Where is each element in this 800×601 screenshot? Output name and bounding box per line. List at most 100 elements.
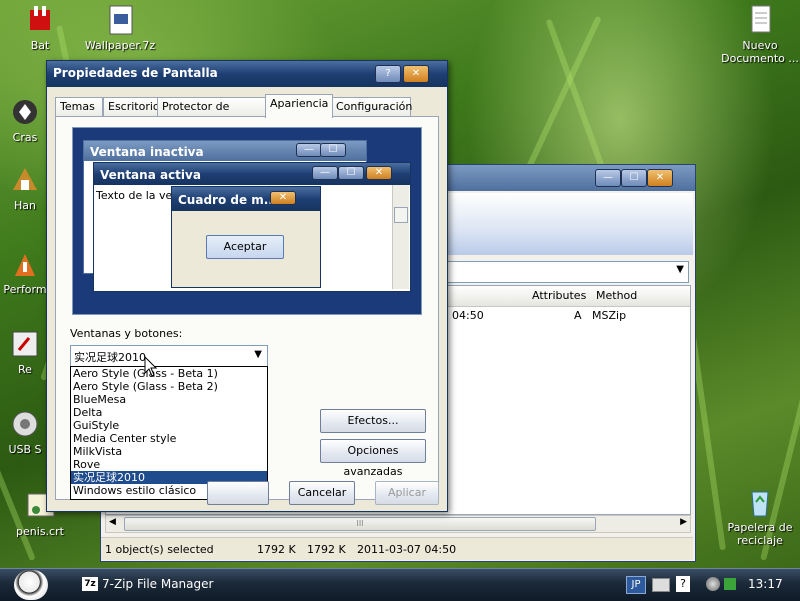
desktop-icon-label: Perform	[3, 283, 47, 296]
bat-file-icon	[24, 4, 56, 36]
status-bar: 1 object(s) selected 1792 K 1792 K 2011-…	[101, 537, 693, 560]
scroll-right-arrow[interactable]: ▶	[680, 517, 687, 527]
program-icon	[9, 164, 41, 196]
status-selected: 1 object(s) selected	[105, 543, 214, 556]
maximize-button[interactable]: ☐	[621, 169, 647, 187]
desktop-icon-bat[interactable]: Bat	[0, 4, 80, 52]
tab-configuracion[interactable]: Configuración	[331, 97, 412, 117]
performance-icon	[9, 248, 41, 280]
desktop-icon-recycle-bin[interactable]: Papelera de reciclaje	[720, 486, 800, 547]
network-icon[interactable]	[706, 577, 720, 591]
tab-protector[interactable]: Protector de pantalla	[157, 97, 269, 131]
desktop-icon-label: Bat	[30, 39, 50, 52]
taskbar-button-7zip[interactable]: 7z 7-Zip File Manager	[80, 572, 300, 598]
dialog-titlebar[interactable]: Propiedades de Pantalla ? ✕	[47, 61, 447, 87]
desktop-icon-han[interactable]: Han	[0, 164, 50, 212]
chevron-down-icon: ▼	[254, 349, 262, 360]
close-button[interactable]: ✕	[647, 169, 673, 187]
speaker-icon[interactable]	[724, 578, 736, 590]
desktop: Bat Wallpaper.7z Nuevo Documento ... Cra…	[0, 0, 800, 568]
status-packed: 1792 K	[307, 543, 346, 556]
preview-message-box: Cuadro de m... ✕ Aceptar	[171, 186, 321, 288]
desktop-icon-re[interactable]: Re	[0, 328, 50, 376]
scroll-left-arrow[interactable]: ◀	[109, 517, 116, 527]
keyboard-icon[interactable]	[652, 578, 670, 592]
styles-label: Ventanas y botones:	[70, 327, 183, 340]
column-method[interactable]: Method	[596, 289, 637, 302]
column-attributes[interactable]: Attributes	[532, 289, 586, 302]
path-combobox[interactable]: ▼	[447, 261, 689, 283]
tab-apariencia[interactable]: Apariencia	[265, 94, 333, 118]
desktop-icon-wallpaper[interactable]: Wallpaper.7z	[80, 4, 160, 52]
preview-active-title: Ventana activa	[100, 168, 201, 182]
language-indicator[interactable]: JP	[626, 576, 646, 594]
list-item[interactable]: Delta	[71, 406, 267, 419]
maximize-icon: ☐	[338, 166, 364, 180]
cancel-button[interactable]: Cancelar	[289, 481, 355, 505]
tab-temas[interactable]: Temas	[55, 97, 103, 117]
tab-page: Ventana inactiva — ☐ Ventana activa — ☐ …	[55, 116, 439, 500]
start-button[interactable]	[14, 570, 48, 600]
close-icon: ✕	[411, 68, 421, 79]
desktop-icon-label: Cras	[12, 131, 38, 144]
7zip-app-icon: 7z	[82, 577, 98, 591]
desktop-icon-label: penis.crt	[16, 525, 64, 538]
usb-icon	[9, 408, 41, 440]
list-item[interactable]: BlueMesa	[71, 393, 267, 406]
display-properties-dialog[interactable]: Propiedades de Pantalla ? ✕ Temas Escrit…	[46, 60, 448, 512]
recycle-bin-icon	[744, 486, 776, 518]
close-button[interactable]: ✕	[403, 65, 429, 83]
preview-msgbox-titlebar: Cuadro de m... ✕	[172, 187, 320, 211]
taskbar-button-label: 7-Zip File Manager	[102, 577, 214, 591]
desktop-icon-label: USB S	[8, 443, 42, 456]
cell-attributes: A	[574, 309, 582, 322]
help-button[interactable]: ?	[375, 65, 401, 83]
preview-active-titlebar: Ventana activa — ☐ ✕	[94, 163, 410, 185]
list-item[interactable]: MilkVista	[71, 445, 267, 458]
effects-button[interactable]: Efectos...	[320, 409, 426, 433]
appearance-preview: Ventana inactiva — ☐ Ventana activa — ☐ …	[72, 127, 422, 315]
dialog-title: Propiedades de Pantalla	[53, 66, 218, 80]
styles-combobox[interactable]: 实况足球2010 ▼	[70, 345, 268, 367]
system-tray: JP ? 13:17	[624, 572, 796, 598]
text-document-icon	[744, 4, 776, 36]
desktop-icon-label: Papelera de reciclaje	[727, 521, 793, 547]
list-item[interactable]: Aero Style (Glass - Beta 2)	[71, 380, 267, 393]
desktop-icon-label: Nuevo Documento ...	[721, 39, 799, 65]
tab-strip: Temas Escritorio Protector de pantalla A…	[55, 94, 439, 131]
styles-selected-value: 实况足球2010	[74, 351, 146, 364]
apply-button[interactable]: Aplicar	[375, 481, 439, 505]
list-item[interactable]: Aero Style (Glass - Beta 1)	[71, 367, 267, 380]
close-icon: ✕	[366, 166, 392, 180]
mouse-cursor-icon	[144, 356, 158, 377]
horizontal-scrollbar[interactable]: ◀ III ▶	[105, 515, 691, 533]
clock[interactable]: 13:17	[748, 577, 783, 591]
cell-time: 04:50	[452, 309, 484, 322]
desktop-icon-nuevo-documento[interactable]: Nuevo Documento ...	[720, 4, 800, 65]
minimize-button[interactable]: —	[595, 169, 621, 187]
list-item[interactable]: Media Center style	[71, 432, 267, 445]
help-glyph: ?	[385, 68, 391, 79]
preview-scrollbar	[392, 185, 409, 289]
scroll-thumb[interactable]: III	[124, 517, 596, 531]
styles-dropdown-list[interactable]: Aero Style (Glass - Beta 1) Aero Style (…	[70, 366, 268, 500]
list-item[interactable]: Rove	[71, 458, 267, 471]
status-modified: 2011-03-07 04:50	[357, 543, 457, 556]
preview-scroll-thumb	[394, 207, 408, 223]
list-item[interactable]: GuiStyle	[71, 419, 267, 432]
tab-escritorio[interactable]: Escritorio	[103, 97, 161, 117]
desktop-icon-usb[interactable]: USB S	[0, 408, 50, 456]
ok-button[interactable]	[207, 481, 269, 505]
desktop-icon-label: Re	[18, 363, 32, 376]
status-size: 1792 K	[257, 543, 296, 556]
advanced-options-button[interactable]: Opciones avanzadas	[320, 439, 426, 478]
preview-accept-button: Aceptar	[206, 235, 284, 259]
help-glyph: ?	[680, 577, 686, 590]
help-tray-icon[interactable]: ?	[676, 576, 690, 592]
desktop-icon-cras[interactable]: Cras	[0, 96, 50, 144]
grass-blade	[545, 18, 606, 172]
chevron-down-icon: ▼	[676, 264, 684, 275]
desktop-icon-perform[interactable]: Perform	[0, 248, 50, 296]
7zip-icon-text: 7z	[84, 579, 96, 589]
taskbar: 7z 7-Zip File Manager JP ? 13:17	[0, 568, 800, 601]
